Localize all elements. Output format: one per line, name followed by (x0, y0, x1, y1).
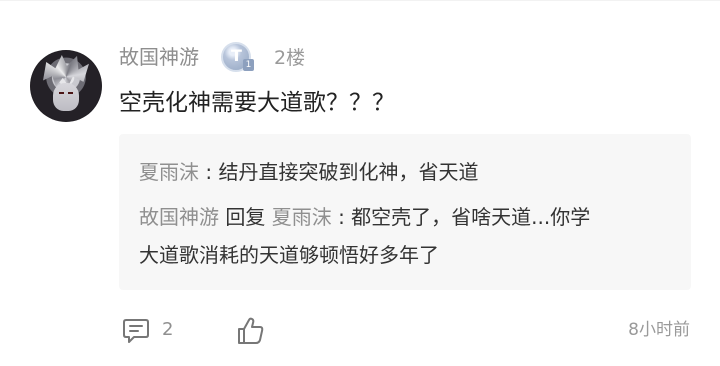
user-avatar[interactable] (30, 50, 102, 122)
reply-separator: : (331, 205, 352, 229)
reply-item[interactable]: 故国神游 回复 夏雨沫 : 都空壳了，省啥天道...你学 (139, 202, 590, 232)
thumbs-up-icon[interactable] (235, 316, 265, 346)
reply-separator: : (199, 160, 219, 184)
avatar-left-eye (59, 92, 64, 94)
avatar-right-eye (68, 92, 73, 94)
floor-label: 2楼 (274, 47, 306, 69)
comment-icon[interactable] (121, 316, 151, 346)
comment-text: 空壳化神需要大道歌？？？ (119, 90, 395, 116)
reply-text-line1: 都空壳了，省啥天道...你学 (351, 205, 591, 229)
comment-time: 8小时前 (628, 320, 690, 340)
comment-count: 2 (162, 319, 174, 340)
user-level-badge: T 1 (221, 42, 254, 72)
reply-author[interactable]: 夏雨沫 (139, 160, 199, 184)
reply-action-word: 回复 (225, 205, 266, 229)
comment-username[interactable]: 故国神游 (119, 43, 199, 71)
top-divider (0, 0, 720, 1)
reply-container[interactable]: 夏雨沫 : 结丹直接突破到化神，省天道 故国神游 回复 夏雨沫 : 都空壳了，省… (119, 134, 691, 290)
reply-text: 结丹直接突破到化神，省天道 (218, 160, 479, 184)
level-letter: T (231, 46, 242, 65)
reply-target[interactable]: 夏雨沫 (272, 205, 332, 229)
reply-item[interactable]: 夏雨沫 : 结丹直接突破到化神，省天道 (139, 157, 478, 187)
reply-author[interactable]: 故国神游 (139, 205, 219, 229)
reply-text-line2: 大道歌消耗的天道够顿悟好多年了 (139, 243, 439, 267)
level-number: 1 (243, 59, 254, 71)
